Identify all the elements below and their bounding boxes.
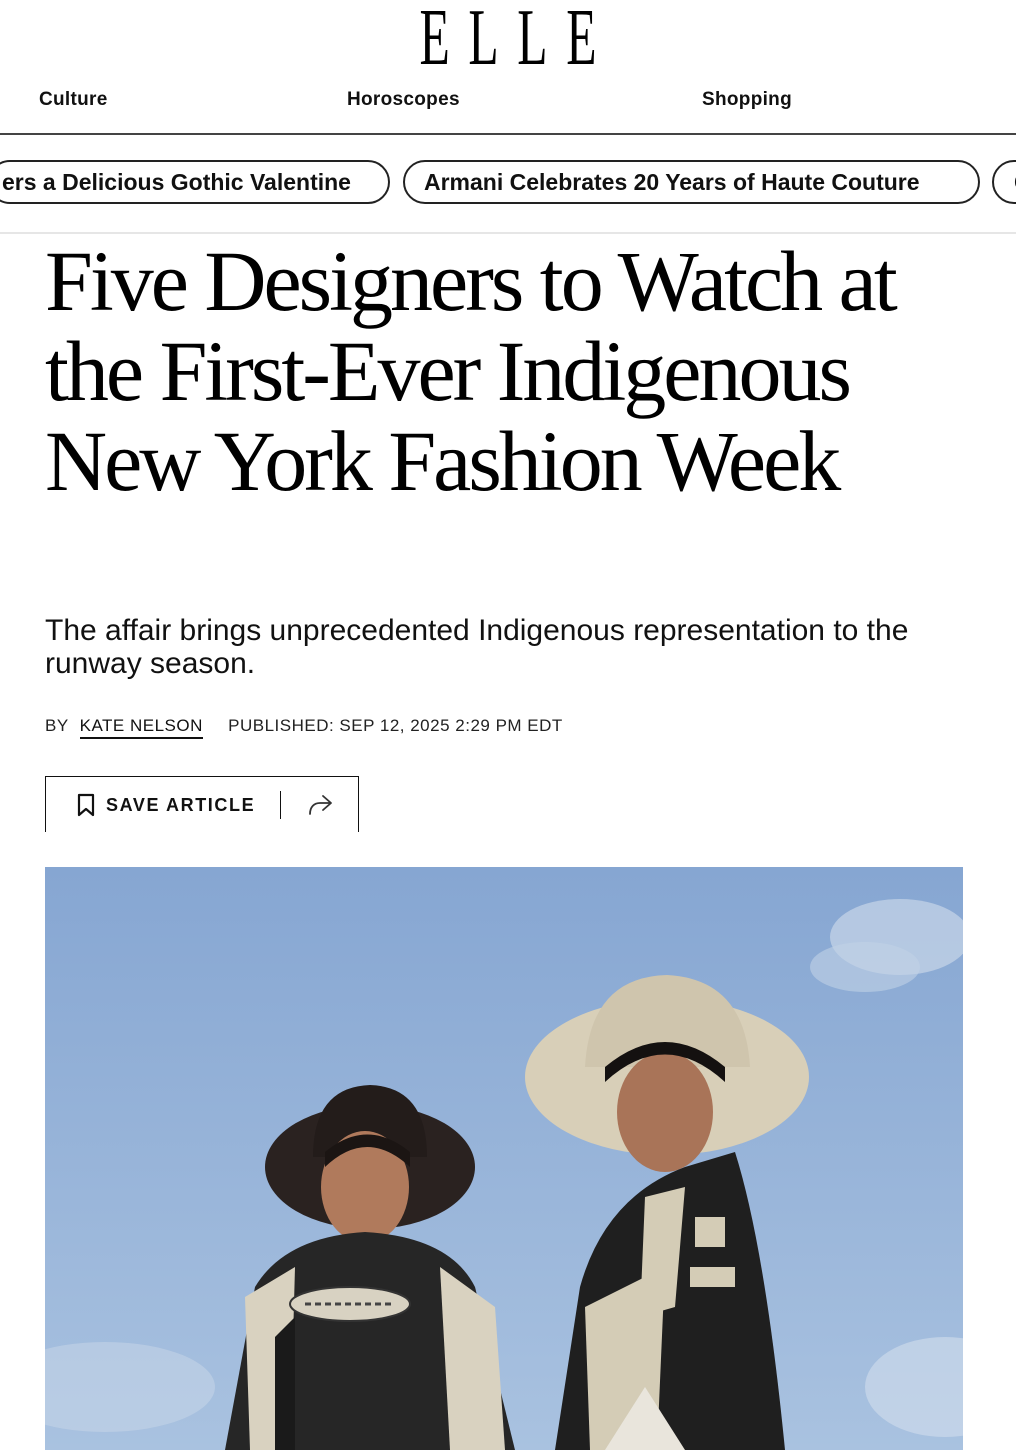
share-icon	[309, 795, 332, 815]
published-date: PUBLISHED: SEP 12, 2025 2:29 PM EDT	[228, 716, 563, 735]
elle-logo[interactable]: ELLE	[193, 0, 823, 78]
trending-pill-next[interactable]: C	[992, 160, 1016, 204]
article-dek: The affair brings unprecedented Indigeno…	[45, 614, 909, 680]
nav-item-shopping[interactable]: Shopping	[702, 89, 792, 111]
nav-item-horoscopes[interactable]: Horoscopes	[347, 89, 460, 111]
nav-divider	[0, 133, 1016, 135]
bookmark-icon	[77, 793, 95, 817]
article-actions: SAVE ARTICLE	[45, 776, 359, 832]
author-link[interactable]: KATE NELSON	[79, 716, 203, 739]
save-article-label: SAVE ARTICLE	[106, 794, 256, 815]
save-article-button[interactable]: SAVE ARTICLE	[46, 777, 280, 833]
article-headline: Five Designers to Watch at the First-Eve…	[45, 233, 898, 509]
pill-label: ers a Delicious Gothic Valentine	[2, 169, 351, 195]
hero-image	[45, 867, 963, 1450]
nav-item-culture[interactable]: Culture	[39, 89, 108, 111]
byline-prefix: BY	[45, 716, 69, 735]
pill-label: Armani Celebrates 20 Years of Haute Cout…	[424, 169, 920, 195]
trending-pill-gothic-valentine[interactable]: ers a Delicious Gothic Valentine	[0, 160, 390, 204]
share-button[interactable]	[281, 777, 359, 833]
trending-pill-armani[interactable]: Armani Celebrates 20 Years of Haute Cout…	[403, 160, 980, 204]
byline: BY KATE NELSON PUBLISHED: SEP 12, 2025 2…	[45, 716, 563, 739]
